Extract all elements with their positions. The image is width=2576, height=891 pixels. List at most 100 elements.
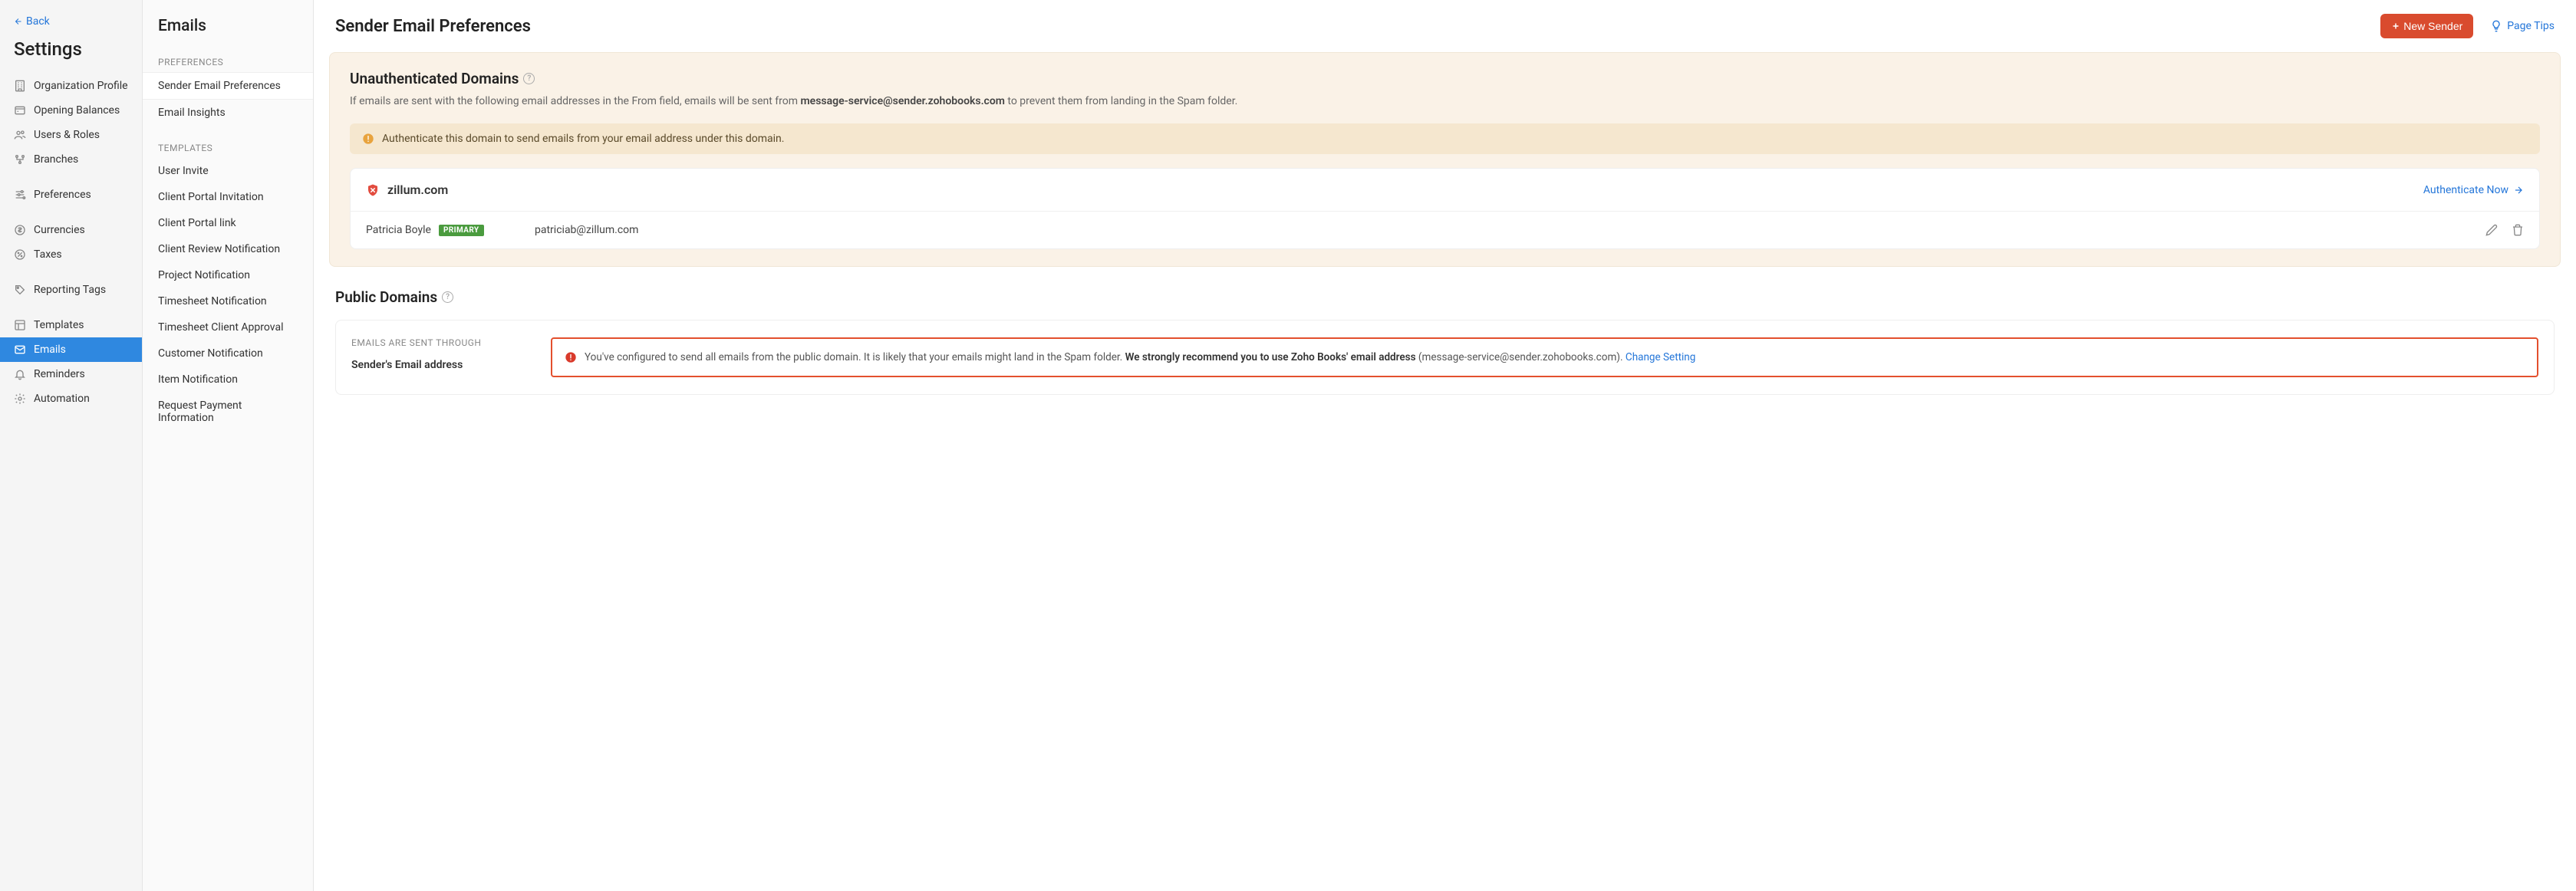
layout-icon [14, 319, 26, 331]
nav-label: Templates [34, 319, 84, 331]
sender-row: Patricia Boyle PRIMARY patriciab@zillum.… [351, 212, 2539, 248]
new-sender-label: New Sender [2403, 20, 2462, 32]
change-setting-link[interactable]: Change Setting [1626, 351, 1695, 363]
gear-icon [14, 393, 26, 405]
settings-title: Settings [0, 35, 142, 74]
nav-item-templates[interactable]: Templates [0, 313, 142, 337]
nav-label: Reminders [34, 368, 85, 380]
submenu-item-timesheet-notification[interactable]: Timesheet Notification [143, 288, 313, 314]
sender-name: Patricia Boyle [366, 224, 431, 236]
unauth-heading: Unauthenticated Domains ? [350, 70, 2540, 87]
unauth-heading-text: Unauthenticated Domains [350, 70, 519, 87]
help-icon[interactable]: ? [523, 73, 535, 84]
nav-item-users-roles[interactable]: Users & Roles [0, 123, 142, 147]
dollar-icon [14, 224, 26, 236]
authenticate-now-link[interactable]: Authenticate Now [2423, 184, 2524, 196]
public-heading-text: Public Domains [335, 288, 437, 306]
nav-label: Emails [34, 344, 66, 356]
submenu-item-client-portal-link[interactable]: Client Portal link [143, 210, 313, 236]
section-preferences-label: PREFERENCES [143, 51, 313, 72]
wallet-icon [14, 104, 26, 117]
page-title: Sender Email Preferences [335, 17, 531, 36]
nav-item-taxes[interactable]: Taxes [0, 242, 142, 267]
banner-text: Authenticate this domain to send emails … [382, 133, 784, 145]
page-tips-link[interactable]: Page Tips [2490, 20, 2555, 32]
bell-icon [14, 368, 26, 380]
nav-label: Automation [34, 393, 90, 405]
submenu-item-sender-email-preferences[interactable]: Sender Email Preferences [143, 72, 313, 100]
warning-icon [362, 133, 374, 145]
nav-label: Currencies [34, 224, 85, 236]
lightbulb-icon [2490, 20, 2502, 32]
tag-icon [14, 284, 26, 296]
emails-submenu: Emails PREFERENCES Sender Email Preferen… [143, 0, 314, 891]
arrow-left-icon [14, 17, 23, 26]
desc-post: to prevent them from landing in the Spam… [1005, 95, 1237, 107]
building-icon [14, 80, 26, 92]
submenu-item-item-notification[interactable]: Item Notification [143, 367, 313, 393]
submenu-item-email-insights[interactable]: Email Insights [143, 100, 313, 126]
pencil-icon [2485, 224, 2498, 236]
submenu-item-timesheet-client-approval[interactable]: Timesheet Client Approval [143, 314, 313, 340]
main-header: Sender Email Preferences New Sender Page… [314, 0, 2576, 52]
submenu-item-user-invite[interactable]: User Invite [143, 158, 313, 184]
shield-alert-icon [366, 183, 380, 197]
nav-item-organization-profile[interactable]: Organization Profile [0, 74, 142, 98]
nav-label: Branches [34, 153, 78, 166]
desc-pre: If emails are sent with the following em… [350, 95, 801, 107]
alert-text: You've configured to send all emails fro… [585, 350, 1695, 365]
main-content: Sender Email Preferences New Sender Page… [314, 0, 2576, 891]
nav-item-reminders[interactable]: Reminders [0, 362, 142, 386]
public-domain-alert: You've configured to send all emails fro… [551, 337, 2538, 377]
primary-badge: PRIMARY [439, 225, 484, 236]
nav-label: Taxes [34, 248, 62, 261]
nav-label: Opening Balances [34, 104, 120, 117]
nav-item-branches[interactable]: Branches [0, 147, 142, 172]
help-icon[interactable]: ? [442, 291, 453, 303]
submenu-item-client-review-notification[interactable]: Client Review Notification [143, 236, 313, 262]
submenu-item-request-payment-information[interactable]: Request Payment Information [143, 393, 313, 431]
public-domains-section: Public Domains ? EMAILS ARE SENT THROUGH… [329, 288, 2561, 395]
desc-email: message-service@sender.zohobooks.com [801, 95, 1005, 107]
domain-card: zillum.com Authenticate Now Patricia Boy… [350, 168, 2540, 249]
nav-item-reporting-tags[interactable]: Reporting Tags [0, 278, 142, 302]
alert-strong: We strongly recommend you to use Zoho Bo… [1125, 351, 1416, 363]
users-icon [14, 129, 26, 141]
edit-sender-button[interactable] [2485, 224, 2498, 236]
delete-sender-button[interactable] [2512, 224, 2524, 236]
unauthenticated-domains-section: Unauthenticated Domains ? If emails are … [329, 52, 2561, 267]
branch-icon [14, 153, 26, 166]
sender-email-label: Sender's Email address [351, 359, 520, 371]
nav-item-opening-balances[interactable]: Opening Balances [0, 98, 142, 123]
new-sender-button[interactable]: New Sender [2380, 14, 2473, 38]
page-tips-label: Page Tips [2507, 20, 2555, 32]
submenu-item-project-notification[interactable]: Project Notification [143, 262, 313, 288]
nav-label: Users & Roles [34, 129, 100, 141]
public-card: EMAILS ARE SENT THROUGH Sender's Email a… [335, 320, 2555, 395]
submenu-item-client-portal-invitation[interactable]: Client Portal Invitation [143, 184, 313, 210]
sender-email: patriciab@zillum.com [535, 224, 2470, 236]
nav-item-emails[interactable]: Emails [0, 337, 142, 362]
submenu-item-customer-notification[interactable]: Customer Notification [143, 340, 313, 367]
nav-label: Reporting Tags [34, 284, 106, 296]
percent-icon [14, 248, 26, 261]
sliders-icon [14, 189, 26, 201]
alert-icon [565, 351, 577, 363]
plus-icon [2391, 21, 2400, 31]
authenticate-banner: Authenticate this domain to send emails … [350, 123, 2540, 154]
nav-item-currencies[interactable]: Currencies [0, 218, 142, 242]
domain-header: zillum.com Authenticate Now [351, 169, 2539, 212]
nav-item-preferences[interactable]: Preferences [0, 182, 142, 207]
back-link[interactable]: Back [0, 11, 142, 35]
nav-label: Preferences [34, 189, 91, 201]
alert-pre: You've configured to send all emails fro… [585, 351, 1125, 363]
settings-sidebar: Back Settings Organization Profile Openin… [0, 0, 143, 891]
back-label: Back [26, 15, 50, 28]
section-templates-label: TEMPLATES [143, 136, 313, 158]
emails-title: Emails [143, 11, 313, 51]
mail-icon [14, 344, 26, 356]
nav-label: Organization Profile [34, 80, 128, 92]
nav-item-automation[interactable]: Automation [0, 386, 142, 411]
public-heading: Public Domains ? [335, 288, 2555, 306]
arrow-right-icon [2513, 185, 2524, 196]
